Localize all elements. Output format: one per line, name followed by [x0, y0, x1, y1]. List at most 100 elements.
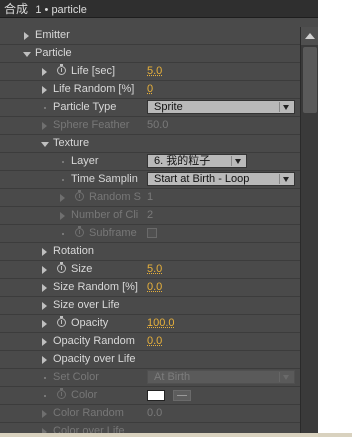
window-bottom-edge: [0, 433, 352, 437]
subframe-checkbox[interactable]: [147, 228, 157, 238]
expand-arrow-icon[interactable]: [42, 320, 47, 328]
row-label: Color Random: [53, 407, 124, 419]
dropdown-value: Start at Birth - Loop: [154, 173, 250, 185]
stopwatch-icon: [75, 226, 84, 237]
row-random-seed[interactable]: Random S 1: [0, 189, 300, 207]
expand-arrow-icon[interactable]: [42, 302, 47, 310]
life-value[interactable]: 5.0: [147, 63, 162, 80]
tree-dot: [44, 377, 46, 379]
tree-dot: [62, 179, 64, 181]
row-size-random[interactable]: Size Random [%] 0.0: [0, 279, 300, 297]
row-life[interactable]: Life [sec] 5.0: [0, 63, 300, 81]
row-sphere-feather[interactable]: Sphere Feather 50.0: [0, 117, 300, 135]
expand-arrow-icon[interactable]: [42, 248, 47, 256]
row-label: Opacity over Life: [53, 353, 136, 365]
row-particle-type[interactable]: Particle Type Sprite: [0, 99, 300, 117]
stopwatch-icon: [75, 190, 84, 201]
expand-arrow-icon[interactable]: [42, 284, 47, 292]
expand-arrow-icon[interactable]: [42, 122, 47, 130]
expand-arrow-icon[interactable]: [42, 86, 47, 94]
expand-arrow-icon[interactable]: [60, 212, 65, 220]
expand-arrow-icon[interactable]: [42, 266, 47, 274]
expand-arrow-icon[interactable]: [60, 194, 65, 202]
random-seed-value: 1: [147, 191, 154, 203]
stopwatch-icon[interactable]: [57, 64, 66, 75]
stopwatch-icon: [57, 388, 66, 399]
row-label: Opacity Random: [53, 335, 135, 347]
collapse-arrow-icon[interactable]: [41, 142, 49, 147]
row-opacity-over-life[interactable]: Opacity over Life: [0, 351, 300, 369]
collapse-arrow-icon[interactable]: [23, 52, 31, 57]
row-layer[interactable]: Layer 6. 我的粒子: [0, 153, 300, 171]
row-label: Particle Type: [53, 101, 117, 113]
eyedropper-icon[interactable]: [173, 390, 191, 401]
row-size-over-life[interactable]: Size over Life: [0, 297, 300, 315]
row-label: Number of Cli: [71, 209, 139, 221]
row-subframe[interactable]: Subframe: [0, 225, 300, 243]
panel-title: 合成: [4, 2, 29, 16]
row-label: Rotation: [53, 245, 94, 257]
row-opacity[interactable]: Opacity 100.0: [0, 315, 300, 333]
expand-arrow-icon[interactable]: [42, 356, 47, 364]
row-rotation[interactable]: Rotation: [0, 243, 300, 261]
scroll-thumb[interactable]: [303, 47, 317, 113]
dropdown-arrow-icon: [279, 174, 292, 184]
time-sampling-dropdown[interactable]: Start at Birth - Loop: [147, 172, 295, 186]
row-emitter[interactable]: Emitter: [0, 27, 300, 45]
row-life-random[interactable]: Life Random [%] 0: [0, 81, 300, 99]
tree-dot: [44, 107, 46, 109]
row-size[interactable]: Size 5.0: [0, 261, 300, 279]
particle-type-dropdown[interactable]: Sprite: [147, 100, 295, 114]
row-label: Size over Life: [53, 299, 120, 311]
size-random-value[interactable]: 0.0: [147, 279, 162, 296]
row-label: Emitter: [35, 29, 70, 41]
row-number-of-clips[interactable]: Number of Cli 2: [0, 207, 300, 225]
composition-name: 1 • particle: [35, 4, 87, 16]
panel-header: 合成 1 • particle: [0, 0, 318, 18]
dropdown-value: 6. 我的粒子: [154, 155, 211, 167]
color-swatch[interactable]: [147, 390, 165, 401]
row-label: Subframe: [89, 227, 137, 239]
expand-arrow-icon[interactable]: [24, 32, 29, 40]
row-time-sampling[interactable]: Time Samplin Start at Birth - Loop: [0, 171, 300, 189]
row-opacity-random[interactable]: Opacity Random 0.0: [0, 333, 300, 351]
expand-arrow-icon[interactable]: [42, 68, 47, 76]
effect-controls-panel: 合成 1 • particle Emitter Particle Life [s…: [0, 0, 318, 437]
life-random-value[interactable]: 0: [147, 81, 153, 98]
row-label: Layer: [71, 155, 99, 167]
tree-dot: [44, 395, 46, 397]
row-label: Texture: [53, 137, 90, 149]
row-color-random[interactable]: Color Random 0.0: [0, 405, 300, 423]
expand-arrow-icon[interactable]: [42, 338, 47, 346]
sphere-feather-value: 50.0: [147, 119, 169, 131]
tree-dot: [62, 161, 64, 163]
set-color-dropdown[interactable]: At Birth: [147, 370, 295, 384]
row-texture[interactable]: Texture: [0, 135, 300, 153]
stopwatch-icon[interactable]: [57, 316, 66, 327]
row-color[interactable]: Color: [0, 387, 300, 405]
dropdown-arrow-icon: [279, 372, 292, 382]
dropdown-value: Sprite: [154, 101, 183, 113]
row-label: Size Random [%]: [53, 281, 138, 293]
vertical-scrollbar[interactable]: [300, 27, 318, 437]
opacity-value[interactable]: 100.0: [147, 315, 175, 332]
color-random-value: 0.0: [147, 407, 163, 419]
row-set-color[interactable]: Set Color At Birth: [0, 369, 300, 387]
row-particle[interactable]: Particle: [0, 45, 300, 63]
size-value[interactable]: 5.0: [147, 261, 162, 278]
dropdown-arrow-icon: [231, 156, 244, 166]
tree-dot: [62, 233, 64, 235]
opacity-random-value[interactable]: 0.0: [147, 333, 162, 350]
dropdown-value: At Birth: [154, 371, 191, 383]
row-label: Sphere Feather: [53, 119, 130, 131]
row-label: Opacity: [71, 317, 109, 329]
expand-arrow-icon[interactable]: [42, 410, 47, 418]
row-label: Particle: [35, 47, 72, 59]
stopwatch-icon[interactable]: [57, 262, 66, 273]
texture-layer-dropdown[interactable]: 6. 我的粒子: [147, 154, 247, 168]
row-label: Size: [71, 263, 93, 275]
number-of-clips-value: 2: [147, 209, 154, 221]
row-label: Set Color: [53, 371, 99, 383]
scroll-up-arrow-icon[interactable]: [301, 27, 318, 45]
row-label: Life Random [%]: [53, 83, 135, 95]
